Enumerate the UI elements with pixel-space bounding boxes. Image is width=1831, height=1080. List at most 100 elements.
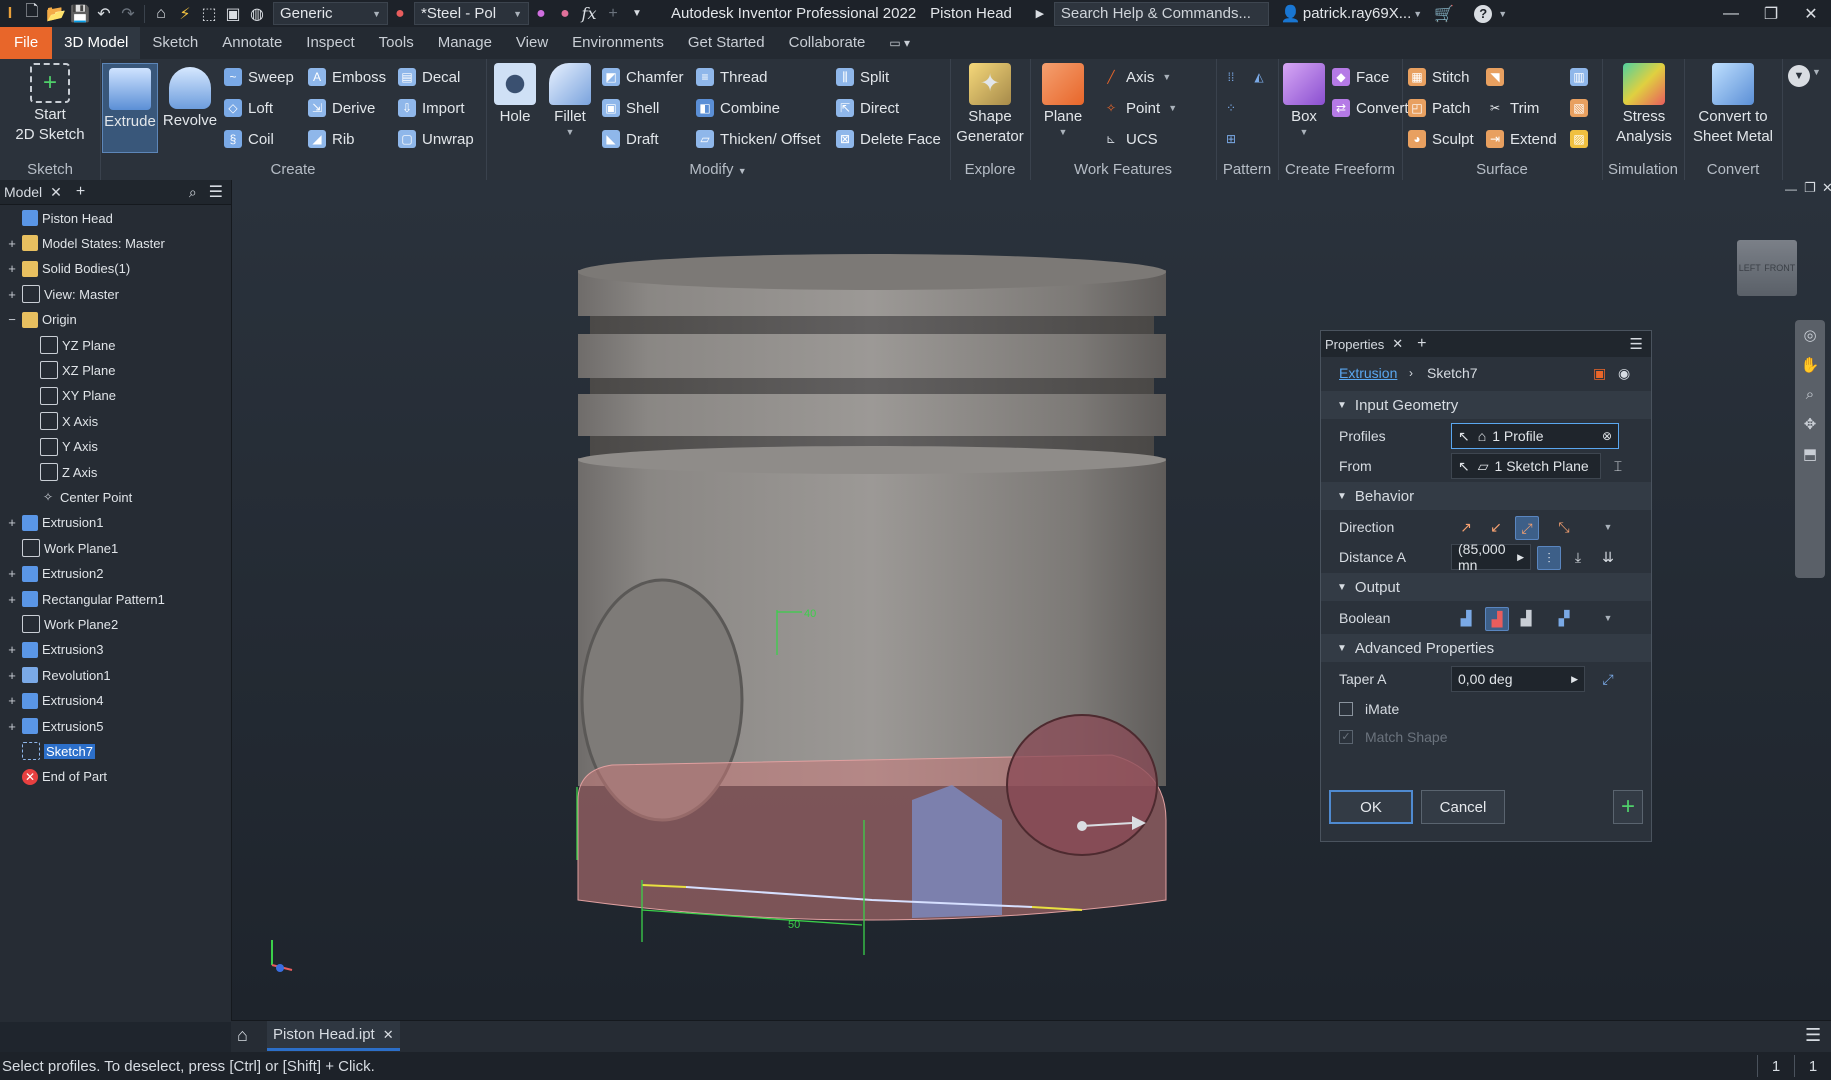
viewport-minimize-icon[interactable]: —	[1785, 182, 1797, 196]
coil-button[interactable]: § Coil	[224, 126, 274, 152]
chevron-down-icon[interactable]: ▼	[1059, 127, 1068, 137]
color-wheel-icon[interactable]: ●	[388, 2, 412, 26]
chevron-right-icon[interactable]: ▶	[1517, 552, 1524, 563]
plane-button[interactable]: Plane ▼	[1038, 63, 1088, 137]
trim-button[interactable]: ✂ Trim	[1486, 95, 1539, 121]
home-icon[interactable]: ⌂	[149, 2, 173, 26]
tab-tools[interactable]: Tools	[367, 27, 426, 59]
zoom-icon[interactable]: ⌕	[1806, 386, 1814, 403]
delete-face-button[interactable]: ⊠ Delete Face	[836, 126, 941, 152]
stitch-button[interactable]: ▦ Stitch	[1408, 64, 1470, 90]
chevron-right-icon[interactable]: ▶	[1028, 2, 1052, 26]
distance-extent-icon[interactable]: ⫶	[1537, 546, 1561, 570]
ribbon-display-toggle[interactable]: ▭ ▾	[877, 27, 922, 59]
extrude-button[interactable]: Extrude	[102, 63, 158, 153]
from-selector[interactable]: ↖ ▱ 1 Sketch Plane	[1451, 453, 1601, 479]
imate-checkbox[interactable]	[1339, 702, 1353, 716]
update-icon[interactable]: ⚡	[173, 2, 197, 26]
material-combo[interactable]: *Steel - Pol ▼	[414, 2, 529, 25]
tab-sketch[interactable]: Sketch	[140, 27, 210, 59]
tree-item[interactable]: + Extrusion3	[6, 638, 103, 662]
tab-inspect[interactable]: Inspect	[294, 27, 366, 59]
chevron-down-icon[interactable]: ▼	[1812, 67, 1821, 77]
section-input-geometry[interactable]: ▼ Input Geometry	[1321, 391, 1651, 419]
tree-item[interactable]: + Model States: Master	[6, 231, 165, 255]
add-tab-icon[interactable]: +	[1417, 335, 1426, 353]
save-icon[interactable]: 💾	[68, 2, 92, 26]
box-button[interactable]: Box ▼	[1282, 63, 1326, 137]
expand-icon[interactable]: +	[6, 693, 18, 708]
convert-to-sheet-metal-button[interactable]: Convert to Sheet Metal	[1686, 63, 1780, 147]
tree-item[interactable]: Piston Head	[6, 206, 113, 230]
look-at-icon[interactable]: ⬒	[1803, 445, 1817, 463]
surface-tool-1-button[interactable]: ▥	[1570, 64, 1594, 90]
open-file-icon[interactable]: 📂	[44, 2, 68, 26]
fillet-button[interactable]: Fillet ▼	[544, 63, 596, 137]
distance-input[interactable]: (85,000 mn ▶	[1451, 541, 1531, 573]
user-icon[interactable]: 👤	[1279, 2, 1303, 26]
revolve-button[interactable]: Revolve	[162, 63, 218, 131]
select-icon[interactable]: ⬚	[197, 2, 221, 26]
collapse-icon[interactable]: −	[6, 312, 18, 327]
profiles-selector[interactable]: ↖ ⌂ 1 Profile ⊗	[1451, 423, 1619, 449]
add-icon[interactable]: +	[601, 2, 625, 26]
new-solid-icon[interactable]: ▞	[1553, 607, 1575, 629]
chevron-right-icon[interactable]: ▶	[1571, 674, 1578, 685]
cart-icon[interactable]: 🛒	[1432, 2, 1456, 26]
point-button[interactable]: ✧ Point ▼	[1102, 95, 1177, 121]
expand-icon[interactable]: +	[6, 261, 18, 276]
clear-icon[interactable]: ⊗	[1602, 429, 1612, 443]
to-next-icon[interactable]: ⤓	[1567, 546, 1589, 568]
new-file-icon[interactable]: 🗋	[20, 2, 44, 26]
chevron-down-icon[interactable]: ▼	[1498, 9, 1507, 19]
expand-icon[interactable]: +	[6, 515, 18, 530]
appearance-combo[interactable]: Generic ▼	[273, 2, 388, 25]
material-icon[interactable]: ◍	[245, 2, 269, 26]
expand-icon[interactable]: +	[6, 592, 18, 607]
expand-icon[interactable]: +	[6, 287, 18, 302]
pan-icon[interactable]: ✋	[1801, 356, 1820, 374]
steering-wheel-icon[interactable]: ◎	[1803, 326, 1816, 344]
import-button[interactable]: ⇩ Import	[398, 95, 465, 121]
combine-button[interactable]: ◧ Combine	[696, 95, 780, 121]
split-button[interactable]: ⫼ Split	[836, 64, 889, 90]
shape-generator-button[interactable]: ✦ Shape Generator	[956, 63, 1024, 147]
help-icon[interactable]: ?	[1474, 4, 1493, 23]
unwrap-button[interactable]: ▢ Unwrap	[398, 126, 474, 152]
tree-item[interactable]: + Rectangular Pattern1	[6, 587, 165, 611]
tree-item[interactable]: + View: Master	[6, 282, 119, 306]
thread-button[interactable]: ≡ Thread	[696, 64, 768, 90]
ok-button[interactable]: OK	[1329, 790, 1413, 824]
cancel-button[interactable]: Cancel	[1421, 790, 1505, 824]
undo-icon[interactable]: ↶	[92, 2, 116, 26]
tree-item[interactable]: Y Axis	[40, 435, 98, 459]
hole-button[interactable]: Hole	[490, 63, 540, 127]
ruled-surface-button[interactable]: ◥	[1486, 64, 1510, 90]
parameters-fx-icon[interactable]: fx	[577, 2, 601, 26]
join-icon[interactable]: ▟	[1455, 607, 1477, 629]
chevron-down-icon[interactable]: ▼	[1597, 516, 1619, 538]
match-shape-checkbox[interactable]: ✓	[1339, 730, 1353, 744]
tree-item[interactable]: + Extrusion4	[6, 689, 103, 713]
tree-item[interactable]: Z Axis	[40, 460, 97, 484]
panel-title-modify[interactable]: Modify ▼	[486, 161, 950, 178]
face-button[interactable]: ◆ Face	[1332, 64, 1389, 90]
expand-icon[interactable]: +	[6, 236, 18, 251]
tree-item[interactable]: XY Plane	[40, 384, 116, 408]
home-icon[interactable]: ⌂	[237, 1025, 248, 1046]
shell-button[interactable]: ▣ Shell	[602, 95, 659, 121]
view-cube-front-face[interactable]: FRONT	[1764, 263, 1795, 273]
sweep-button[interactable]: ~ Sweep	[224, 64, 294, 90]
clear-appearance-icon[interactable]: ●	[553, 2, 577, 26]
surface-tool-3-button[interactable]: ▨	[1570, 126, 1594, 152]
taper-input[interactable]: 0,00 deg ▶	[1451, 666, 1585, 692]
tab-environments[interactable]: Environments	[560, 27, 676, 59]
intersect-icon[interactable]: ▟	[1515, 607, 1537, 629]
ucs-button[interactable]: ⊾ UCS	[1102, 126, 1158, 152]
section-advanced-properties[interactable]: ▼ Advanced Properties	[1321, 634, 1651, 662]
close-icon[interactable]: ✕	[1392, 336, 1403, 352]
section-behavior[interactable]: ▼ Behavior	[1321, 482, 1651, 510]
stress-analysis-button[interactable]: Stress Analysis	[1610, 63, 1678, 147]
ribbon-options-button[interactable]: ▼	[1788, 65, 1810, 87]
cut-icon[interactable]: ▟	[1485, 607, 1509, 631]
